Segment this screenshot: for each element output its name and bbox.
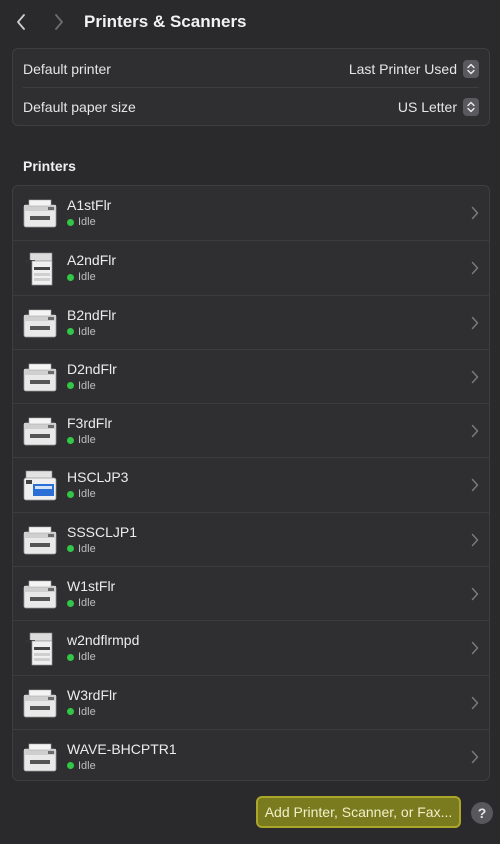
- printer-name: F3rdFlr: [67, 415, 113, 432]
- status-dot-icon: [67, 328, 74, 336]
- printer-status-text: Idle: [78, 597, 96, 610]
- printer-name: B2ndFlr: [67, 306, 117, 323]
- printer-name: W1stFlr: [67, 578, 116, 595]
- printer-name: HSCLJP3: [67, 469, 129, 486]
- printer-status: Idle: [67, 543, 96, 555]
- status-dot-icon: [67, 708, 74, 716]
- status-dot-icon: [67, 436, 74, 444]
- printer-status: Idle: [67, 706, 96, 718]
- laser-printer-icon: [21, 684, 59, 722]
- printer-row[interactable]: W3rdFlr Idle: [13, 674, 489, 729]
- chevron-right-icon: [471, 478, 481, 492]
- chevron-right-icon: [471, 587, 481, 601]
- up-down-chevron-icon: [463, 98, 479, 116]
- printer-row[interactable]: A2ndFlr Idle: [13, 240, 489, 294]
- status-dot-icon: [67, 273, 74, 281]
- printer-status: Idle: [67, 597, 96, 609]
- status-dot-icon: [67, 653, 74, 661]
- chevron-right-icon: [471, 696, 481, 710]
- printer-row[interactable]: F3rdFlr Idle: [13, 403, 489, 457]
- printer-row[interactable]: WAVE-BHCPTR1 Idle: [13, 728, 489, 780]
- laser-printer-icon: [21, 358, 59, 396]
- printer-name: A2ndFlr: [67, 252, 117, 269]
- printer-row[interactable]: B2ndFlr Idle: [13, 294, 489, 349]
- defaults-group: Default printer Last Printer Used Defaul…: [12, 48, 490, 126]
- printer-row[interactable]: HSCLJP3 Idle: [13, 457, 489, 511]
- copier-printer-icon: [21, 249, 59, 287]
- help-button[interactable]: ?: [471, 802, 493, 824]
- printer-row[interactable]: A1stFlr Idle: [13, 186, 489, 240]
- add-printer-button[interactable]: Add Printer, Scanner, or Fax...: [256, 796, 461, 828]
- default-printer-value: Last Printer Used: [348, 61, 457, 77]
- printer-status-text: Idle: [78, 216, 96, 228]
- laser-printer-icon: [21, 521, 59, 559]
- chevron-right-icon: [471, 370, 481, 384]
- laser-printer-icon: [21, 738, 59, 776]
- forward-button[interactable]: [48, 10, 70, 34]
- printers-list: A1stFlr Idle A2ndFlr Idle B2ndFlr Idle D2ndFlr…: [12, 185, 490, 781]
- color-mfp-printer-icon: [21, 466, 59, 504]
- status-dot-icon: [67, 545, 74, 553]
- printer-status: Idle: [67, 434, 96, 446]
- default-paper-row: Default paper size US Letter: [13, 88, 489, 126]
- status-dot-icon: [67, 218, 74, 226]
- chevron-right-icon: [471, 750, 481, 764]
- printer-status-text: Idle: [78, 271, 96, 284]
- up-down-chevron-icon: [463, 60, 479, 78]
- printer-status: Idle: [67, 651, 96, 663]
- chevron-right-icon: [55, 14, 63, 30]
- laser-printer-icon: [21, 412, 59, 450]
- printer-status-text: Idle: [78, 705, 96, 718]
- printer-status: Idle: [67, 760, 96, 772]
- printer-status-text: Idle: [78, 434, 96, 447]
- printer-status: Idle: [67, 216, 96, 228]
- status-dot-icon: [67, 382, 74, 390]
- printer-row[interactable]: w2ndflrmpd Idle: [13, 620, 489, 674]
- printer-name: WAVE-BHCPTR1: [67, 740, 177, 757]
- printer-status-text: Idle: [78, 488, 96, 501]
- printer-status: Idle: [67, 488, 96, 500]
- page-title: Printers & Scanners: [84, 12, 247, 31]
- printer-name: SSSCLJP1: [67, 523, 138, 540]
- laser-printer-icon: [21, 304, 59, 342]
- printer-status-text: Idle: [78, 325, 96, 338]
- status-dot-icon: [67, 762, 74, 770]
- printer-status-text: Idle: [78, 379, 96, 392]
- printer-row[interactable]: D2ndFlr Idle: [13, 348, 489, 403]
- default-printer-label: Default printer: [23, 61, 111, 77]
- printer-row[interactable]: W1stFlr Idle: [13, 566, 489, 620]
- title-bar: Printers & Scanners: [0, 0, 500, 46]
- chevron-right-icon: [471, 424, 481, 438]
- back-button[interactable]: [10, 10, 32, 34]
- printers-section-title: Printers: [23, 158, 76, 174]
- printer-status: Idle: [67, 271, 96, 283]
- printer-status-text: Idle: [78, 542, 96, 555]
- copier-printer-icon: [21, 629, 59, 667]
- printer-status-text: Idle: [78, 759, 96, 772]
- laser-printer-icon: [21, 194, 59, 232]
- default-paper-label: Default paper size: [23, 99, 136, 115]
- printer-status: Idle: [67, 326, 96, 338]
- laser-printer-icon: [21, 575, 59, 613]
- printer-name: A1stFlr: [67, 197, 112, 213]
- chevron-right-icon: [471, 316, 481, 330]
- printer-status: Idle: [67, 380, 96, 392]
- default-printer-row: Default printer Last Printer Used: [13, 50, 489, 88]
- default-paper-value: US Letter: [397, 99, 457, 115]
- default-paper-popup[interactable]: US Letter: [398, 98, 479, 116]
- chevron-right-icon: [471, 641, 481, 655]
- chevron-right-icon: [471, 261, 481, 275]
- chevron-right-icon: [471, 533, 481, 547]
- printer-status-text: Idle: [78, 651, 96, 664]
- chevron-right-icon: [471, 206, 481, 220]
- printer-name: w2ndflrmpd: [67, 632, 140, 649]
- chevron-left-icon: [17, 14, 25, 30]
- printer-row[interactable]: SSSCLJP1 Idle: [13, 511, 489, 566]
- default-printer-popup[interactable]: Last Printer Used: [349, 60, 479, 78]
- printer-name: W3rdFlr: [67, 686, 117, 703]
- printer-name: D2ndFlr: [67, 360, 117, 377]
- status-dot-icon: [67, 599, 74, 607]
- status-dot-icon: [67, 490, 74, 498]
